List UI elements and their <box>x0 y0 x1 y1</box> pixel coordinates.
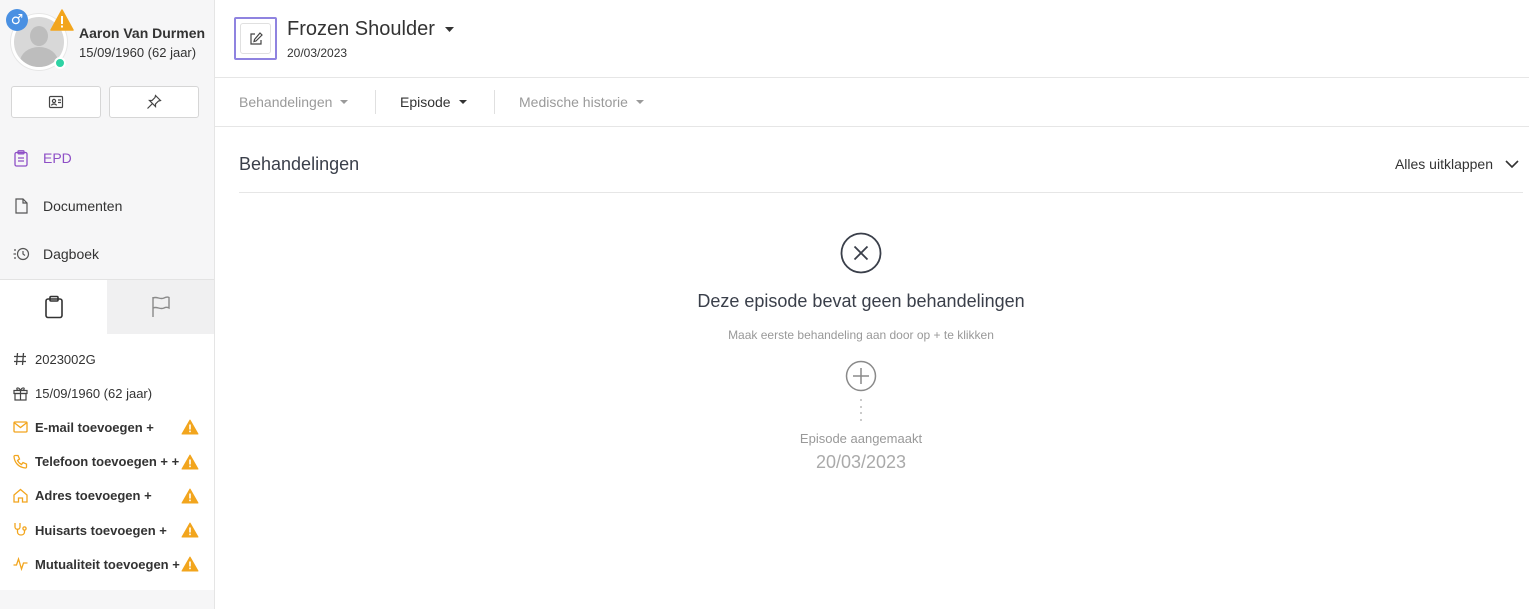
pin-icon <box>147 94 162 109</box>
tab-behandelingen[interactable]: Behandelingen <box>239 78 349 126</box>
email-row[interactable]: E-mail toevoegen + <box>0 410 214 444</box>
page-title: Frozen Shoulder <box>287 18 435 40</box>
warning-icon <box>181 454 199 470</box>
expand-all-label: Alles uitklappen <box>1394 156 1493 172</box>
patient-card: ♂ Aaron Van Durmen 15/09/1960 (62 jaar) <box>0 0 214 140</box>
address-row[interactable]: Adres toevoegen + <box>0 479 214 513</box>
add-email-link[interactable]: E-mail toevoegen + <box>35 420 154 435</box>
patient-id-row: 2023002G <box>0 342 214 376</box>
flag-icon <box>151 296 170 317</box>
tab-label: Medische historie <box>519 94 628 110</box>
expand-all-button[interactable]: Alles uitklappen <box>1395 156 1519 172</box>
warning-icon <box>181 556 199 572</box>
edit-episode-button[interactable] <box>234 17 277 60</box>
sidebar-tabs <box>0 279 214 334</box>
tab-label: Behandelingen <box>239 94 333 110</box>
caret-down-icon <box>635 100 644 104</box>
birthday-row: 15/09/1960 (62 jaar) <box>0 376 214 410</box>
add-insurance-link[interactable]: Mutualiteit toevoegen + <box>35 557 180 572</box>
warning-icon <box>181 522 199 538</box>
clipboard-icon <box>44 295 63 319</box>
sidebar: ♂ Aaron Van Durmen 15/09/1960 (62 jaar) <box>0 0 215 609</box>
sidebar-item-label: Documenten <box>43 198 123 214</box>
edit-icon <box>249 31 263 45</box>
episode-created-label: Episode aangemaakt <box>799 431 923 446</box>
sidebar-item-epd[interactable]: EPD <box>0 134 214 182</box>
main-content: Frozen Shoulder 20/03/2023 Behandelingen… <box>215 0 1529 609</box>
sidebar-nav: EPD Documenten Dagboek <box>0 134 214 278</box>
warning-icon <box>50 9 74 31</box>
clipboard-icon <box>12 149 30 167</box>
warning-icon <box>181 488 199 504</box>
hash-icon <box>12 351 28 367</box>
gift-icon <box>12 385 28 401</box>
caret-down-icon <box>444 27 454 32</box>
patient-dob: 15/09/1960 (62 jaar) <box>79 45 197 60</box>
empty-state-title: Deze episode bevat geen behandelingen <box>697 291 1025 311</box>
patient-id: 2023002G <box>35 351 96 367</box>
add-treatment-button[interactable] <box>845 360 877 392</box>
male-gender-icon: ♂ <box>6 9 28 31</box>
chevron-down-icon <box>1505 160 1519 168</box>
close-circle-icon <box>840 232 882 274</box>
add-address-link[interactable]: Adres toevoegen + <box>35 488 152 503</box>
tab-flag[interactable] <box>107 280 214 334</box>
home-icon <box>12 488 28 504</box>
sidebar-item-label: EPD <box>43 150 72 166</box>
online-status-dot <box>54 57 66 69</box>
episode-header: Frozen Shoulder 20/03/2023 <box>215 0 1529 78</box>
caret-down-icon <box>340 100 349 104</box>
add-phone-link[interactable]: Telefoon toevoegen + + <box>35 454 179 469</box>
birthday-text: 15/09/1960 (62 jaar) <box>35 385 153 401</box>
id-card-icon <box>48 95 64 109</box>
gp-row[interactable]: Huisarts toevoegen + <box>0 513 214 547</box>
phone-icon <box>12 454 28 470</box>
pulse-icon <box>12 556 28 572</box>
tab-clipboard[interactable] <box>0 280 107 334</box>
episode-date: 20/03/2023 <box>287 46 348 60</box>
patient-card-button[interactable] <box>11 86 101 118</box>
patient-name[interactable]: Aaron Van Durmen <box>79 25 205 41</box>
patient-info-panel: 2023002G 15/09/1960 (62 jaar) E-mail toe… <box>0 334 214 590</box>
sidebar-item-dagboek[interactable]: Dagboek <box>0 230 214 278</box>
history-icon <box>12 245 30 263</box>
phone-row[interactable]: Telefoon toevoegen + + <box>0 445 214 479</box>
add-gp-link[interactable]: Huisarts toevoegen + <box>35 523 167 538</box>
warning-icon <box>181 419 199 435</box>
divider <box>494 90 495 114</box>
empty-state-hint: Maak eerste behandeling aan door op + te… <box>728 328 994 342</box>
insurance-row[interactable]: Mutualiteit toevoegen + <box>0 547 214 581</box>
episode-selector[interactable]: Frozen Shoulder <box>287 18 454 41</box>
pin-button[interactable] <box>109 86 199 118</box>
subnav: Behandelingen Episode Medische historie <box>215 78 1529 127</box>
empty-state: Deze episode bevat geen behandelingen Ma… <box>215 232 1507 473</box>
sidebar-item-label: Dagboek <box>43 246 100 262</box>
episode-created-date: 20/03/2023 <box>815 452 907 472</box>
stethoscope-icon <box>12 522 28 538</box>
tab-medische-historie[interactable]: Medische historie <box>519 78 644 126</box>
caret-down-icon <box>458 100 467 104</box>
document-icon <box>12 197 30 215</box>
divider <box>375 90 376 114</box>
timeline-dots <box>859 399 863 421</box>
tab-label: Episode <box>400 94 451 110</box>
envelope-icon <box>12 419 28 435</box>
divider <box>239 192 1523 193</box>
tab-episode[interactable]: Episode <box>400 78 467 126</box>
sidebar-item-documenten[interactable]: Documenten <box>0 182 214 230</box>
section-title: Behandelingen <box>239 154 360 174</box>
